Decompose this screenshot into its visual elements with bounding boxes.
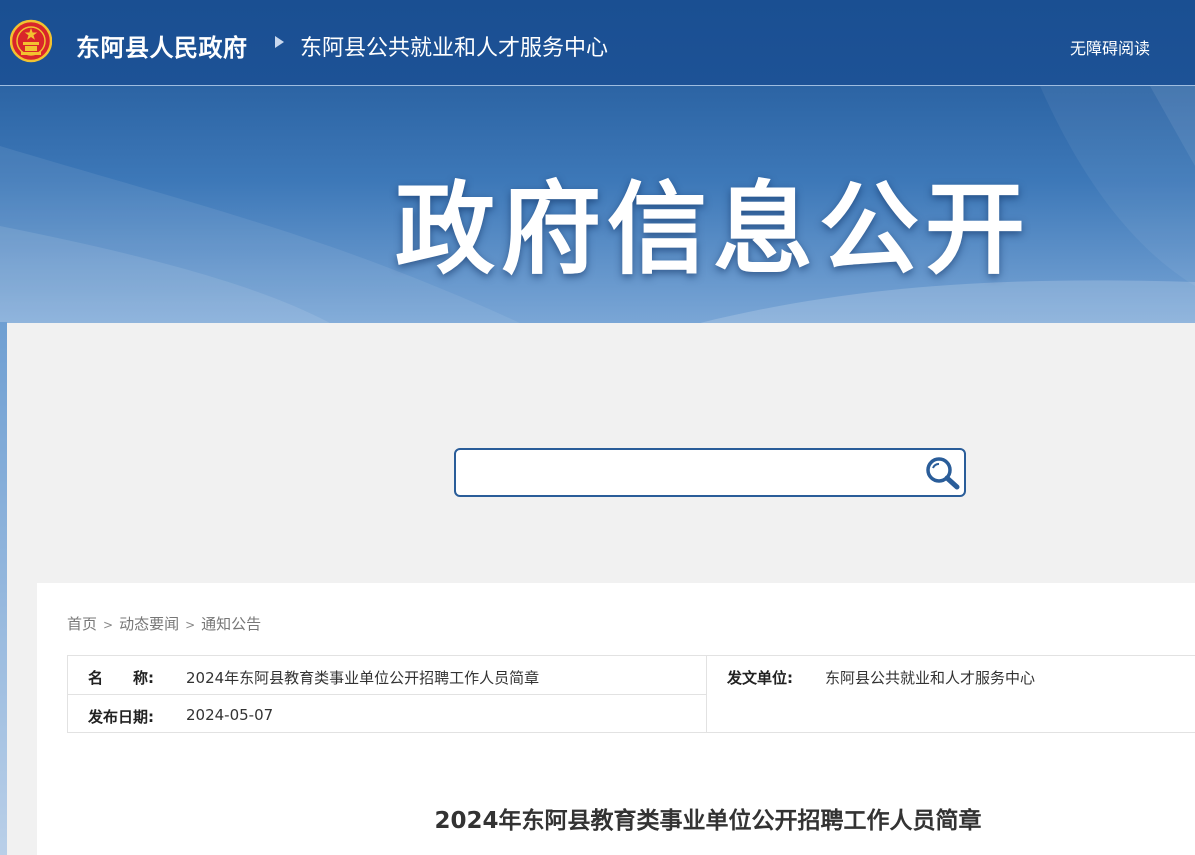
triangle-right-icon [275,36,284,48]
search-box [454,448,966,497]
date-value: 2024-05-07 [186,706,274,724]
name-value: 2024年东阿县教育类事业单位公开招聘工作人员简章 [186,669,540,687]
search-icon[interactable] [923,455,963,493]
national-emblem-icon [10,19,52,63]
breadcrumb: 首页 > 动态要闻 > 通知公告 [67,613,261,634]
breadcrumb-notices[interactable]: 通知公告 [201,615,261,633]
breadcrumb-separator: > [185,618,196,632]
left-edge-strip [0,322,7,855]
site-title[interactable]: 东阿县人民政府 [76,28,248,63]
divider [67,694,707,695]
date-label: 发布日期: [88,708,154,726]
department-title[interactable]: 东阿县公共就业和人才服务中心 [300,30,608,62]
issuer-value: 东阿县公共就业和人才服务中心 [825,669,1036,687]
breadcrumb-separator: > [103,618,114,632]
search-input[interactable] [466,458,910,489]
accessibility-reading-link[interactable]: 无障碍阅读 [1070,35,1150,59]
issuer-label: 发文单位: [727,669,793,687]
breadcrumb-home[interactable]: 首页 [67,615,97,633]
breadcrumb-news[interactable]: 动态要闻 [119,615,179,633]
article-title: 2024年东阿县教育类事业单位公开招聘工作人员简章 [434,808,982,834]
banner: 政府信息公开 [0,86,1195,323]
top-header: 东阿县人民政府 东阿县公共就业和人才服务中心 无障碍阅读 [0,0,1195,86]
name-label: 名 称: [88,669,154,687]
banner-title: 政府信息公开 [395,171,1031,288]
